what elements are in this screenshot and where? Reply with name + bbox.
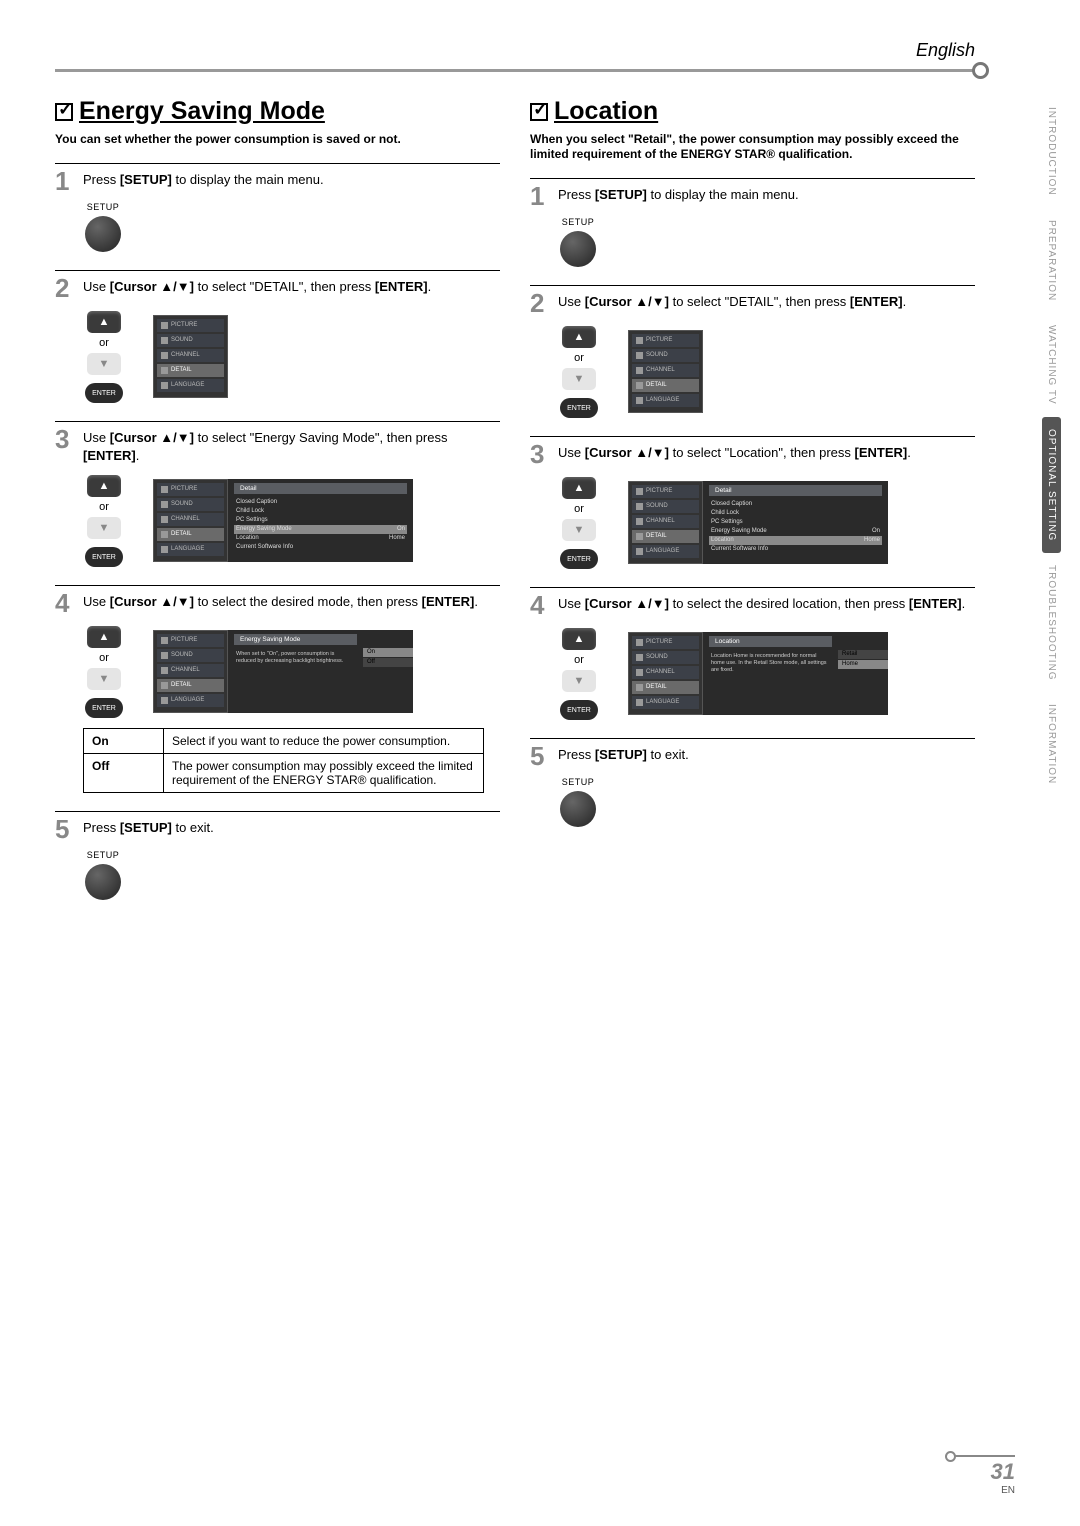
setup-button-graphic: SETUP <box>85 850 121 900</box>
step-5-text: Press [SETUP] to exit. <box>558 743 975 764</box>
location-menu-graphic: PICTURE SOUND CHANNEL DETAIL LANGUAGE Lo… <box>628 632 888 715</box>
step-number: 2 <box>55 275 75 301</box>
header-rule <box>55 69 975 72</box>
page-number: 31 EN <box>955 1455 1015 1496</box>
tab-preparation: PREPARATION <box>1042 208 1061 313</box>
section-title-location: Location <box>530 97 975 126</box>
checkbox-icon <box>530 103 548 121</box>
cursor-buttons-graphic: ▲ or ▼ ENTER <box>560 626 598 720</box>
tab-introduction: INTRODUCTION <box>1042 95 1061 208</box>
setup-button-graphic: SETUP <box>560 217 596 267</box>
step-number: 3 <box>530 441 550 467</box>
intro-location: When you select "Retail", the power cons… <box>530 132 975 162</box>
step-number: 1 <box>55 168 75 194</box>
step-1-text: Press [SETUP] to display the main menu. <box>83 168 500 189</box>
step-3-text: Use [Cursor ▲/▼] to select "Energy Savin… <box>83 426 500 465</box>
tab-troubleshooting: TROUBLESHOOTING <box>1042 553 1061 693</box>
section-title-energy: Energy Saving Mode <box>55 97 500 126</box>
step-number: 4 <box>530 592 550 618</box>
main-menu-graphic: PICTURE SOUND CHANNEL DETAIL LANGUAGE <box>153 315 228 398</box>
step-2-text: Use [Cursor ▲/▼] to select "DETAIL", the… <box>558 290 975 311</box>
detail-menu-graphic: PICTURE SOUND CHANNEL DETAIL LANGUAGE De… <box>153 479 413 562</box>
main-menu-graphic: PICTURE SOUND CHANNEL DETAIL LANGUAGE <box>628 330 703 413</box>
side-tab-nav: INTRODUCTION PREPARATION WATCHING TV OPT… <box>1042 95 1068 797</box>
esm-menu-graphic: PICTURE SOUND CHANNEL DETAIL LANGUAGE En… <box>153 630 413 713</box>
language-label: English <box>916 40 975 61</box>
step-number: 3 <box>55 426 75 452</box>
step-number: 1 <box>530 183 550 209</box>
energy-saving-mode-section: Energy Saving Mode You can set whether t… <box>55 97 500 918</box>
step-3-text: Use [Cursor ▲/▼] to select "Location", t… <box>558 441 975 462</box>
detail-menu-graphic: PICTURE SOUND CHANNEL DETAIL LANGUAGE De… <box>628 481 888 564</box>
location-section: Location When you select "Retail", the p… <box>530 97 975 918</box>
step-4-text: Use [Cursor ▲/▼] to select the desired m… <box>83 590 500 611</box>
step-5-text: Press [SETUP] to exit. <box>83 816 500 837</box>
step-number: 4 <box>55 590 75 616</box>
cursor-buttons-graphic: ▲ or ▼ ENTER <box>85 473 123 567</box>
cursor-buttons-graphic: ▲ or ▼ ENTER <box>560 324 598 418</box>
cursor-buttons-graphic: ▲ or ▼ ENTER <box>85 309 123 403</box>
tab-information: INFORMATION <box>1042 692 1061 796</box>
setup-button-graphic: SETUP <box>560 777 596 827</box>
checkbox-icon <box>55 103 73 121</box>
setup-button-graphic: SETUP <box>85 202 121 252</box>
step-1-text: Press [SETUP] to display the main menu. <box>558 183 975 204</box>
cursor-buttons-graphic: ▲ or ▼ ENTER <box>560 475 598 569</box>
options-table: OnSelect if you want to reduce the power… <box>83 728 484 793</box>
intro-energy: You can set whether the power consumptio… <box>55 132 500 147</box>
step-4-text: Use [Cursor ▲/▼] to select the desired l… <box>558 592 975 613</box>
step-number: 2 <box>530 290 550 316</box>
step-2-text: Use [Cursor ▲/▼] to select "DETAIL", the… <box>83 275 500 296</box>
step-number: 5 <box>530 743 550 769</box>
cursor-buttons-graphic: ▲ or ▼ ENTER <box>85 624 123 718</box>
step-number: 5 <box>55 816 75 842</box>
tab-watching-tv: WATCHING TV <box>1042 313 1061 417</box>
tab-optional-setting: OPTIONAL SETTING <box>1042 417 1061 553</box>
